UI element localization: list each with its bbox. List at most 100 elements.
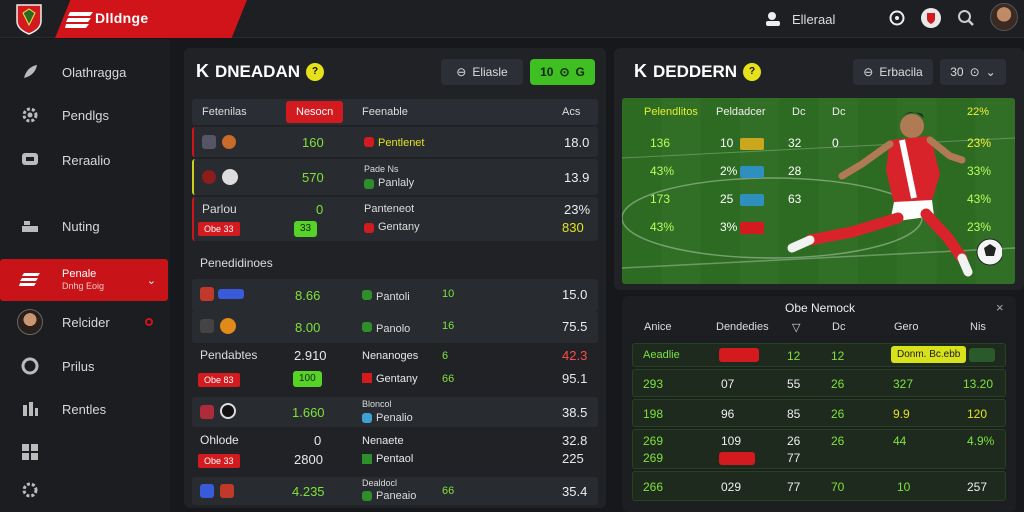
- close-icon[interactable]: ×: [996, 300, 1004, 315]
- help-badge-icon[interactable]: ?: [306, 62, 324, 81]
- team-name: Panteneot: [364, 203, 415, 215]
- table-row[interactable]: 198 96 85 26 9.9 120: [632, 399, 1006, 427]
- score: 2.910: [294, 348, 327, 363]
- team-name: Pade Ns: [364, 164, 399, 174]
- highlight-chip[interactable]: Donm. Bc.ebb: [891, 346, 967, 363]
- section-title: Penedidinoes: [200, 256, 273, 270]
- sidebar-item-4-active[interactable]: Penale Dnhg Eoig ⌄: [0, 259, 168, 301]
- pitch-stats-card[interactable]: Pelendlitos Peldadcer Dc Dc 22% 136 10 3…: [622, 98, 1015, 284]
- table-row[interactable]: 266 029 77 70 10 257: [632, 471, 1006, 501]
- pitch-cell: 32: [788, 136, 802, 150]
- column-header[interactable]: Dendedies: [716, 321, 769, 333]
- table-row[interactable]: Parlou Obe 33 0 33 Panteneot Gentany 23%…: [192, 197, 598, 241]
- stat: 10: [442, 288, 455, 300]
- odds-chip[interactable]: Obe 83: [198, 373, 240, 387]
- pitch-cell: 10: [720, 136, 734, 150]
- cell: 9.9: [893, 407, 910, 421]
- column-header[interactable]: Fetenilas: [202, 106, 247, 118]
- table-row[interactable]: 293 07 55 26 327 13.20: [632, 369, 1006, 397]
- cell: 266: [643, 480, 664, 494]
- score: 0: [316, 202, 324, 217]
- search-icon[interactable]: [955, 7, 977, 29]
- table-row[interactable]: 4.235 Dealdocl Paneaio 66 35.4: [192, 477, 598, 505]
- team-name: Nenaete: [362, 435, 404, 447]
- column-header[interactable]: Feenable: [362, 106, 408, 118]
- table-row[interactable]: Pendabtes Obe 83 2.910 100 Nenanoges Gen…: [192, 345, 598, 395]
- sidebar-item-6[interactable]: Prilus: [0, 345, 168, 387]
- feather-icon: [18, 60, 42, 84]
- flag-icon: [362, 413, 372, 423]
- score: 160: [302, 135, 324, 150]
- cell: 257: [967, 480, 988, 494]
- sidebar-item-1[interactable]: Pendlgs: [0, 94, 168, 136]
- table-row[interactable]: 269 269 109 26 77 26 44 4.9%: [632, 429, 1006, 469]
- column-header[interactable]: Dc: [832, 321, 845, 333]
- brand-title: Dlldnge: [95, 10, 149, 26]
- pitch-cell: 63: [788, 192, 802, 206]
- column-header-active[interactable]: Nesocn: [286, 101, 344, 123]
- table-row[interactable]: 8.66 Pantoli 10 15.0: [192, 279, 598, 311]
- score: 0: [314, 433, 322, 448]
- profile-avatar[interactable]: [990, 3, 1018, 31]
- odds-chip[interactable]: [719, 348, 759, 362]
- club-badge-icon[interactable]: [920, 7, 942, 29]
- toggle-button[interactable]: 10 ⊙ G: [530, 59, 595, 85]
- sidebar-item-0[interactable]: Olathragga: [0, 51, 168, 93]
- table-row-highlight[interactable]: Aeadlie 12 12 Donm. Bc.ebb: [632, 343, 1006, 367]
- flag-icon: [364, 137, 374, 147]
- filter-icon: ⊖: [863, 65, 874, 79]
- column-header[interactable]: Anice: [644, 321, 672, 333]
- table-title: Obe Nemock: [785, 301, 856, 315]
- cell: 13.20: [963, 377, 994, 391]
- team-name: Panolo: [376, 323, 411, 335]
- sidebar-item-label: Penale Dnhg Eoig: [62, 268, 105, 291]
- column-header[interactable]: Gero: [894, 321, 918, 333]
- value: 830: [562, 220, 584, 235]
- sidebar-item-8[interactable]: [0, 431, 168, 473]
- odds-chip-green[interactable]: 100: [293, 371, 322, 387]
- period-dropdown[interactable]: 30 ⊙ ⌄: [940, 59, 1006, 85]
- table-row[interactable]: 160 Pentlenet 18.0: [192, 127, 598, 157]
- sidebar-item-3[interactable]: Nuting: [0, 205, 168, 247]
- filter-icon: ⊖: [456, 65, 467, 79]
- club-crest-icon[interactable]: [14, 3, 44, 35]
- odds-chip[interactable]: Obe 33: [198, 222, 240, 236]
- team-badge-icon: [200, 287, 214, 301]
- chevron-down-icon[interactable]: ⌄: [147, 274, 156, 287]
- help-badge-icon[interactable]: ?: [743, 62, 762, 81]
- column-header[interactable]: Nis: [970, 321, 986, 333]
- column-header[interactable]: Acs: [562, 106, 580, 118]
- filter-button[interactable]: ⊖ Erbacila: [853, 59, 933, 85]
- cell: 77: [787, 480, 801, 494]
- chevron-down-icon: ⌄: [985, 65, 996, 79]
- filter-button[interactable]: ⊖ Eliasle: [441, 59, 523, 85]
- sidebar-item-sublabel: Dnhg Eoig: [62, 281, 105, 291]
- table-row[interactable]: 1.660 Bloncol Penalio 38.5: [192, 397, 598, 427]
- odds-chip[interactable]: Obe 33: [198, 454, 240, 468]
- team-name: Penalio: [376, 412, 413, 424]
- chip[interactable]: [969, 348, 995, 362]
- sidebar-item-2[interactable]: Reraalio: [0, 139, 168, 181]
- cell: 85: [787, 407, 801, 421]
- cell: 293: [643, 377, 664, 391]
- sidebar-item-5[interactable]: Relcider: [0, 301, 168, 343]
- filter-label: Eliasle: [472, 65, 508, 79]
- user-menu[interactable]: Elleraal: [766, 8, 835, 30]
- pitch-header: Peldadcer: [716, 106, 766, 118]
- team-badge-icon: [220, 403, 236, 419]
- row-label: Aeadlie: [643, 349, 680, 361]
- brand-banner[interactable]: Dlldnge: [55, 0, 247, 38]
- table-row[interactable]: 8.00 Panolo 16 75.5: [192, 311, 598, 343]
- dropdown-label: 30: [950, 65, 964, 79]
- filter-icon[interactable]: ▽: [792, 321, 800, 334]
- odds-chip-green[interactable]: 33: [294, 221, 318, 237]
- sidebar-item-9[interactable]: [0, 469, 168, 511]
- settings-ball-icon[interactable]: [886, 7, 908, 29]
- cell: 26: [787, 434, 801, 448]
- table-row[interactable]: Ohlode Obe 33 0 2800 Nenaete Pentaol 32.…: [192, 429, 598, 475]
- table-row[interactable]: 570 Pade Ns Panlaly 13.9: [192, 159, 598, 195]
- odds-chip[interactable]: [719, 452, 755, 465]
- sidebar-item-7[interactable]: Rentles: [0, 388, 168, 430]
- value: 38.5: [562, 405, 588, 420]
- stat: 16: [442, 320, 455, 332]
